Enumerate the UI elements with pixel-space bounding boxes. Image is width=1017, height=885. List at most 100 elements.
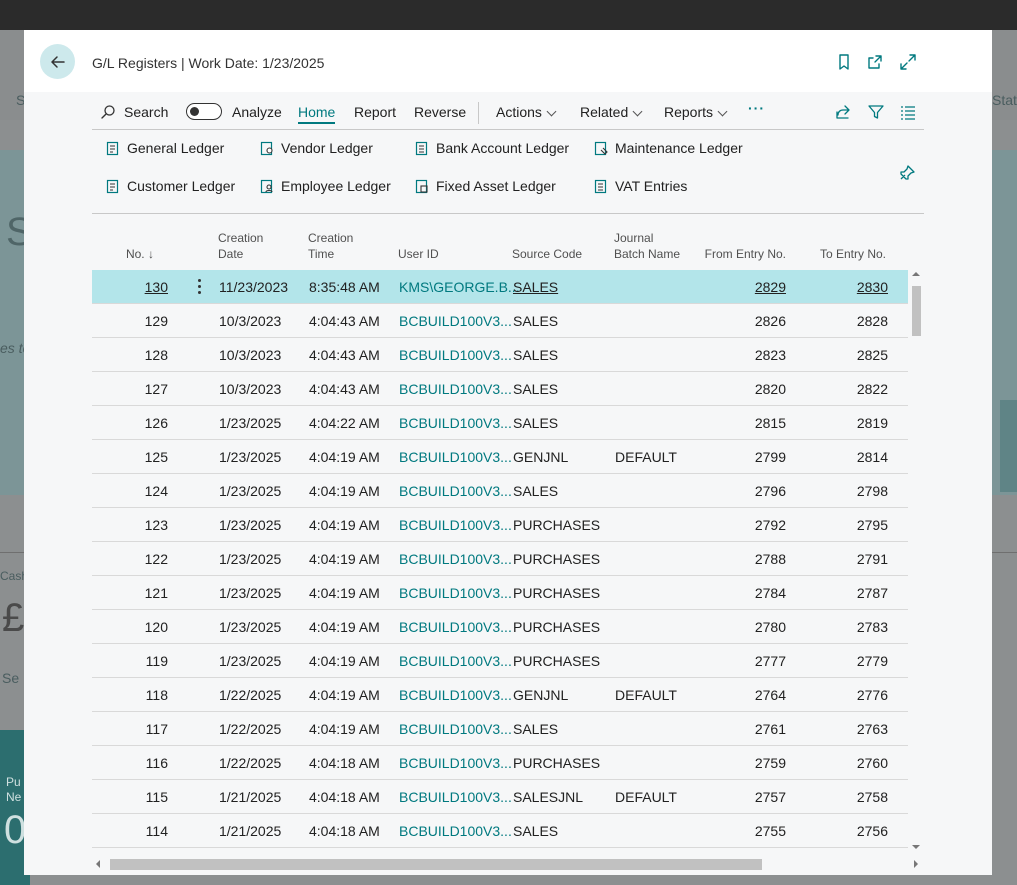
cell-to-entry[interactable]: 2758 [802, 789, 888, 805]
cell-user-id[interactable]: BCBUILD100V3... [399, 381, 512, 397]
filter-icon[interactable] [867, 103, 885, 121]
cell-from-entry[interactable]: 2820 [692, 381, 786, 397]
analyze-toggle[interactable] [186, 103, 222, 120]
cell-user-id[interactable]: BCBUILD100V3... [399, 823, 512, 839]
bank-account-ledger-action[interactable]: Bank Account Ledger [415, 140, 569, 156]
pin-icon[interactable] [898, 164, 916, 182]
reports-menu[interactable]: Reports [664, 104, 728, 120]
table-row[interactable]: 118 1/22/2025 4:04:19 AM BCBUILD100V3... GEN… [92, 678, 908, 712]
expand-icon[interactable] [899, 53, 917, 71]
col-header-source-code[interactable]: Source Code [512, 246, 582, 262]
cell-to-entry[interactable]: 2776 [802, 687, 888, 703]
cell-to-entry[interactable]: 2798 [802, 483, 888, 499]
cell-from-entry[interactable]: 2799 [692, 449, 786, 465]
table-row[interactable]: 128 10/3/2023 4:04:43 AM BCBUILD100V3... SAL… [92, 338, 908, 372]
tab-report[interactable]: Report [354, 104, 396, 120]
col-header-creation-time[interactable]: Creation Time [308, 230, 353, 262]
share-icon[interactable] [834, 103, 852, 121]
fixed-asset-ledger-action[interactable]: Fixed Asset Ledger [415, 178, 556, 194]
cell-to-entry[interactable]: 2756 [802, 823, 888, 839]
cell-from-entry[interactable]: 2829 [692, 279, 786, 295]
table-row[interactable]: 122 1/23/2025 4:04:19 AM BCBUILD100V3... PUR… [92, 542, 908, 576]
cell-from-entry[interactable]: 2815 [692, 415, 786, 431]
table-row[interactable]: 123 1/23/2025 4:04:19 AM BCBUILD100V3... PUR… [92, 508, 908, 542]
scroll-up-icon[interactable] [912, 272, 920, 276]
scroll-down-icon[interactable] [912, 845, 920, 849]
cell-no[interactable]: 121 [92, 585, 168, 601]
horizontal-scrollbar[interactable] [92, 856, 924, 872]
cell-to-entry[interactable]: 2760 [802, 755, 888, 771]
cell-from-entry[interactable]: 2757 [692, 789, 786, 805]
general-ledger-action[interactable]: General Ledger [106, 140, 224, 156]
cell-no[interactable]: 114 [92, 823, 168, 839]
maintenance-ledger-action[interactable]: Maintenance Ledger [594, 140, 743, 156]
cell-no[interactable]: 128 [92, 347, 168, 363]
cell-user-id[interactable]: BCBUILD100V3... [399, 347, 512, 363]
cell-from-entry[interactable]: 2826 [692, 313, 786, 329]
cell-no[interactable]: 130 [92, 279, 168, 295]
cell-user-id[interactable]: BCBUILD100V3... [399, 483, 512, 499]
table-row[interactable]: 130 11/23/2023 8:35:48 AM KMS\GEORGE.B... SA… [92, 270, 908, 304]
cell-no[interactable]: 129 [92, 313, 168, 329]
search-button[interactable]: Search [124, 104, 168, 120]
cell-to-entry[interactable]: 2825 [802, 347, 888, 363]
cell-from-entry[interactable]: 2777 [692, 653, 786, 669]
customer-ledger-action[interactable]: Customer Ledger [106, 178, 235, 194]
cell-from-entry[interactable]: 2761 [692, 721, 786, 737]
col-header-journal-batch[interactable]: Journal Batch Name [614, 230, 680, 262]
cell-user-id[interactable]: KMS\GEORGE.B... [399, 279, 520, 295]
cell-to-entry[interactable]: 2779 [802, 653, 888, 669]
cell-from-entry[interactable]: 2764 [692, 687, 786, 703]
vertical-scrollbar[interactable] [908, 272, 924, 851]
cell-user-id[interactable]: BCBUILD100V3... [399, 653, 512, 669]
cell-no[interactable]: 116 [92, 755, 168, 771]
vendor-ledger-action[interactable]: Vendor Ledger [260, 140, 373, 156]
table-row[interactable]: 117 1/22/2025 4:04:19 AM BCBUILD100V3... SAL… [92, 712, 908, 746]
table-row[interactable]: 120 1/23/2025 4:04:19 AM BCBUILD100V3... PUR… [92, 610, 908, 644]
cell-from-entry[interactable]: 2780 [692, 619, 786, 635]
search-icon[interactable] [100, 104, 116, 120]
cell-user-id[interactable]: BCBUILD100V3... [399, 789, 512, 805]
scroll-right-icon[interactable] [914, 860, 918, 868]
col-header-from-entry[interactable]: From Entry No. [692, 246, 786, 262]
cell-from-entry[interactable]: 2755 [692, 823, 786, 839]
table-row[interactable]: 127 10/3/2023 4:04:43 AM BCBUILD100V3... SAL… [92, 372, 908, 406]
cell-to-entry[interactable]: 2791 [802, 551, 888, 567]
cell-from-entry[interactable]: 2759 [692, 755, 786, 771]
back-button[interactable] [40, 44, 75, 79]
cell-to-entry[interactable]: 2783 [802, 619, 888, 635]
cell-user-id[interactable]: BCBUILD100V3... [399, 619, 512, 635]
cell-user-id[interactable]: BCBUILD100V3... [399, 313, 512, 329]
cell-user-id[interactable]: BCBUILD100V3... [399, 687, 512, 703]
cell-to-entry[interactable]: 2828 [802, 313, 888, 329]
col-header-no[interactable]: No. ↓ [92, 246, 154, 262]
cell-no[interactable]: 115 [92, 789, 168, 805]
cell-to-entry[interactable]: 2822 [802, 381, 888, 397]
cell-no[interactable]: 117 [92, 721, 168, 737]
cell-to-entry[interactable]: 2795 [802, 517, 888, 533]
cell-to-entry[interactable]: 2819 [802, 415, 888, 431]
table-row[interactable]: 119 1/23/2025 4:04:19 AM BCBUILD100V3... PUR… [92, 644, 908, 678]
horizontal-scroll-thumb[interactable] [110, 859, 762, 870]
employee-ledger-action[interactable]: Employee Ledger [260, 178, 391, 194]
bookmark-icon[interactable] [835, 53, 853, 71]
table-row[interactable]: 115 1/21/2025 4:04:18 AM BCBUILD100V3... SAL… [92, 780, 908, 814]
cell-to-entry[interactable]: 2787 [802, 585, 888, 601]
vertical-scroll-thumb[interactable] [912, 286, 921, 336]
cell-no[interactable]: 119 [92, 653, 168, 669]
cell-user-id[interactable]: BCBUILD100V3... [399, 551, 512, 567]
table-row[interactable]: 114 1/21/2025 4:04:18 AM BCBUILD100V3... SAL… [92, 814, 908, 848]
cell-no[interactable]: 123 [92, 517, 168, 533]
cell-to-entry[interactable]: 2763 [802, 721, 888, 737]
table-row[interactable]: 116 1/22/2025 4:04:18 AM BCBUILD100V3... PUR… [92, 746, 908, 780]
actions-menu[interactable]: Actions [496, 104, 557, 120]
cell-no[interactable]: 122 [92, 551, 168, 567]
cell-no[interactable]: 127 [92, 381, 168, 397]
table-row[interactable]: 124 1/23/2025 4:04:19 AM BCBUILD100V3... SAL… [92, 474, 908, 508]
cell-to-entry[interactable]: 2814 [802, 449, 888, 465]
row-actions-icon[interactable] [193, 277, 205, 295]
cell-user-id[interactable]: BCBUILD100V3... [399, 585, 512, 601]
cell-no[interactable]: 120 [92, 619, 168, 635]
more-options-button[interactable]: ··· [748, 100, 765, 116]
cell-from-entry[interactable]: 2788 [692, 551, 786, 567]
